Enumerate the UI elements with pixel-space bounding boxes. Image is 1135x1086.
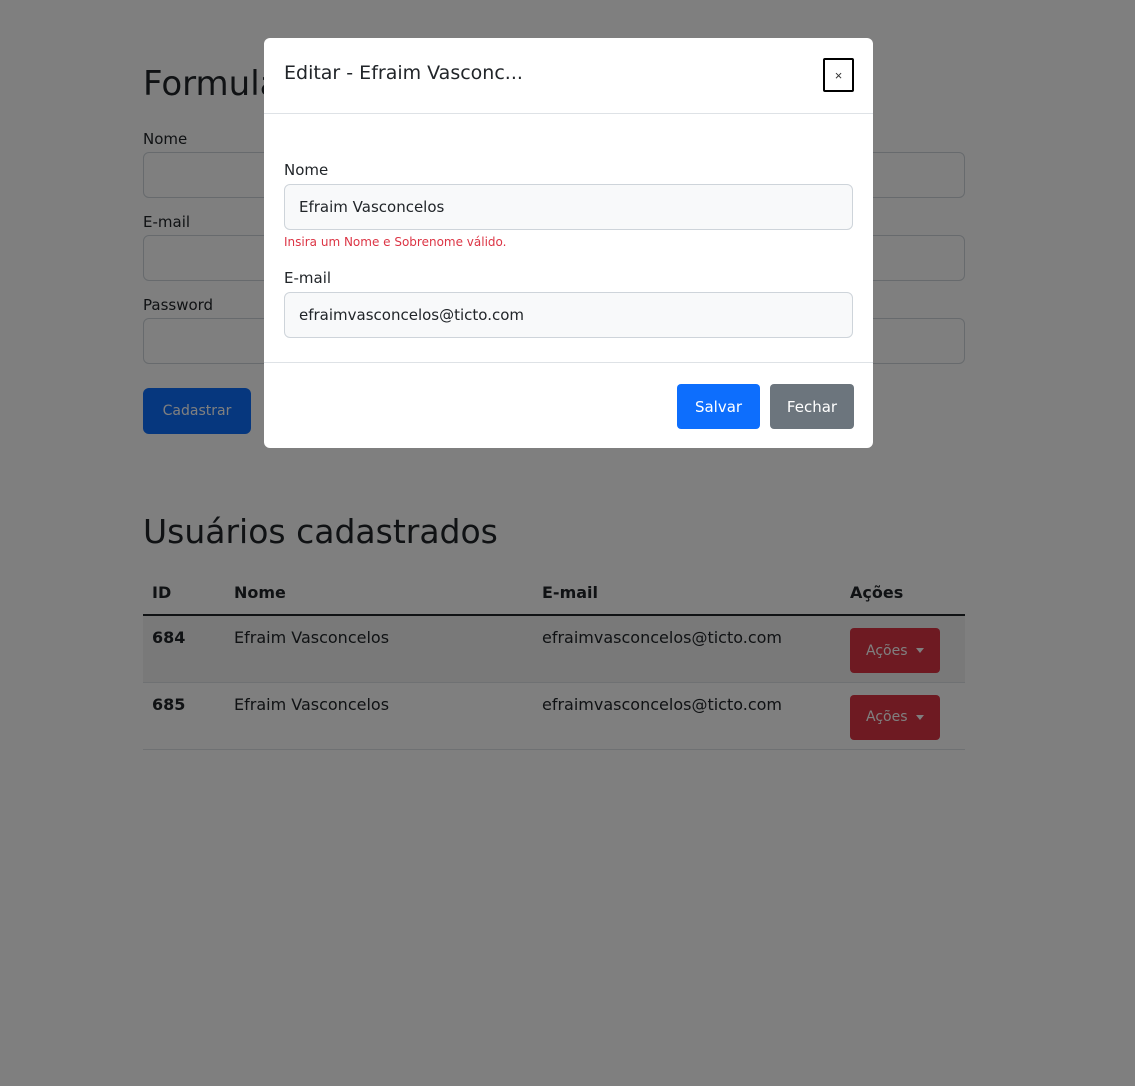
modal-email-label: E-mail bbox=[284, 269, 332, 287]
modal-title: Editar - Efraim Vasconc... bbox=[284, 62, 523, 84]
save-button[interactable]: Salvar bbox=[677, 384, 760, 429]
close-icon[interactable]: × bbox=[823, 58, 854, 92]
name-validation-error: Insira um Nome e Sobrenome válido. bbox=[284, 235, 507, 249]
modal-body: Nome Efraim Vasconcelos Insira um Nome e… bbox=[264, 114, 873, 363]
modal-email-input[interactable]: efraimvasconcelos@ticto.com bbox=[284, 292, 853, 338]
close-modal-button[interactable]: Fechar bbox=[770, 384, 854, 429]
modal-header: Editar - Efraim Vasconc... × bbox=[264, 38, 873, 114]
modal-name-label: Nome bbox=[284, 161, 329, 179]
modal-footer: Salvar Fechar bbox=[264, 363, 873, 448]
edit-user-modal: Editar - Efraim Vasconc... × Nome Efraim… bbox=[264, 38, 873, 448]
modal-name-input[interactable]: Efraim Vasconcelos bbox=[284, 184, 853, 230]
